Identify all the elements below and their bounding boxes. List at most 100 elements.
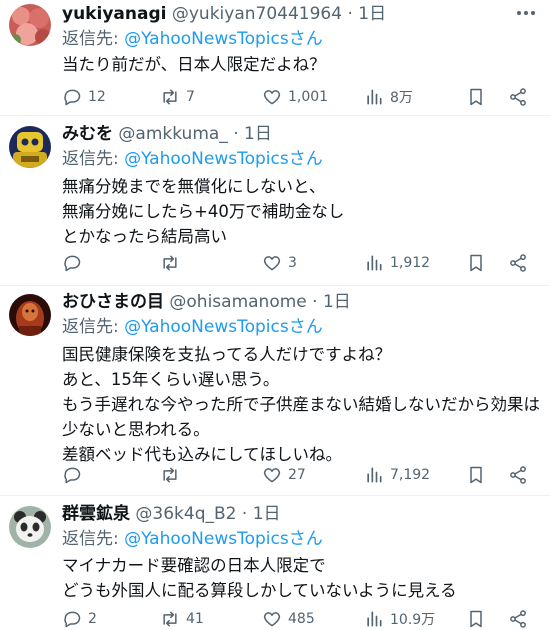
reply-context: 返信先: @YahooNewsTopicsさん [62,27,323,51]
avatar[interactable] [9,126,51,168]
reply-button[interactable] [62,460,88,490]
share-button[interactable] [508,604,528,630]
share-button[interactable] [508,82,528,112]
heart-icon [263,256,281,271]
action-bar: 12 7 1,001 8万 [52,82,542,112]
display-name[interactable]: 群雲鉱泉 [62,504,130,524]
reply-count: 12 [88,89,106,105]
timestamp[interactable]: 1日 [253,504,281,524]
timeline: yukiyanagi @yukiyan70441964 · 1日 返信先: @Y… [0,0,550,630]
tweet-header: yukiyanagi @yukiyan70441964 · 1日 [62,2,386,26]
share-icon [510,88,526,106]
robot-avatar-image [9,126,51,168]
tweet-text: 無痛分娩までを無償化にしないと、 無痛分娩にしたら+40万で補助金なし とかなっ… [62,177,345,246]
retweet-icon [163,611,177,627]
statue-avatar-image [9,294,51,336]
like-button[interactable]: 1,001 [262,82,328,112]
bookmark-button[interactable] [466,248,486,278]
like-count: 485 [288,611,315,627]
reply-icon [64,89,81,106]
separator-dot: · [347,4,353,24]
tweet-text: 当たり前だが、日本人限定だよね？ [62,55,326,74]
bookmark-button[interactable] [466,604,486,630]
avatar[interactable] [9,4,51,46]
display-name[interactable]: yukiyanagi [62,4,166,24]
tweet-header: おひさまの目 @ohisamanome · 1日 [62,290,351,314]
like-button[interactable]: 3 [262,248,297,278]
share-button[interactable] [508,460,528,490]
timestamp[interactable]: 1日 [244,124,272,144]
share-button[interactable] [508,248,528,278]
reply-count: 2 [88,611,97,627]
share-icon [510,466,526,484]
action-bar: 2 41 485 10.9万 [52,604,542,630]
separator-dot: · [312,292,318,312]
tweet-header: みむを @amkkuma_ · 1日 [62,122,272,146]
bookmark-button[interactable] [466,82,486,112]
retweet-button[interactable]: 41 [160,604,204,630]
retweet-icon [163,467,177,483]
tweet-text: 国民健康保険を支払ってる人だけですよね？ あと、15年くらい遅い思う。 もう手遅… [62,345,541,464]
views-chart-icon [367,255,382,271]
tweet-header: 群雲鉱泉 @36k4q_B2 · 1日 [62,502,281,526]
panda-avatar-image [9,506,51,548]
reply-button[interactable]: 2 [62,604,97,630]
user-handle[interactable]: @ohisamanome [169,292,306,312]
action-bar: 3 1,912 [52,248,542,278]
reply-to-link[interactable]: @YahooNewsTopicsさん [124,317,323,337]
reply-to-link[interactable]: @YahooNewsTopicsさん [124,529,323,549]
tweet-text: マイナカード要確認の日本人限定で どうも外国人に配る算段しかしていないように見え… [62,556,457,600]
retweet-button[interactable] [160,248,186,278]
view-count: 10.9万 [390,612,436,628]
flower-avatar-image [9,4,51,46]
reply-context: 返信先: @YahooNewsTopicsさん [62,527,323,551]
reply-to-link[interactable]: @YahooNewsTopicsさん [124,149,323,169]
avatar[interactable] [9,294,51,336]
bookmark-button[interactable] [466,460,486,490]
more-options-icon[interactable] [514,4,538,22]
separator-dot: · [233,124,239,144]
reply-button[interactable] [62,248,88,278]
reply-button[interactable]: 12 [62,82,106,112]
reply-prefix: 返信先: [62,317,125,337]
like-button[interactable]: 485 [262,604,315,630]
timestamp[interactable]: 1日 [358,4,386,24]
user-handle[interactable]: @amkkuma_ [118,124,227,144]
like-count: 3 [288,255,297,271]
tweet[interactable]: yukiyanagi @yukiyan70441964 · 1日 返信先: @Y… [0,0,550,116]
user-handle[interactable]: @36k4q_B2 [135,504,236,524]
views-button[interactable]: 7,192 [364,460,430,490]
heart-icon [263,90,281,105]
tweet[interactable]: おひさまの目 @ohisamanome · 1日 返信先: @YahooNews… [0,286,550,496]
reply-to-link[interactable]: @YahooNewsTopicsさん [124,29,323,49]
views-button[interactable]: 8万 [364,82,413,112]
heart-icon [263,468,281,483]
avatar[interactable] [9,506,51,548]
bookmark-icon [470,610,482,628]
share-icon [510,254,526,272]
tweet[interactable]: 群雲鉱泉 @36k4q_B2 · 1日 返信先: @YahooNewsTopic… [0,496,550,630]
retweet-button[interactable]: 7 [160,82,195,112]
like-button[interactable]: 27 [262,460,306,490]
reply-prefix: 返信先: [62,529,125,549]
reply-prefix: 返信先: [62,29,125,49]
user-handle[interactable]: @yukiyan70441964 [172,4,342,24]
retweet-count: 7 [186,89,195,105]
action-bar: 27 7,192 [52,460,542,490]
bookmark-icon [470,466,482,484]
display-name[interactable]: おひさまの目 [62,292,164,312]
view-count: 1,912 [390,255,431,271]
views-chart-icon [367,467,382,483]
views-button[interactable]: 10.9万 [364,604,435,630]
views-button[interactable]: 1,912 [364,248,430,278]
reply-icon [64,467,81,484]
timestamp[interactable]: 1日 [323,292,351,312]
display-name[interactable]: みむを [62,124,113,144]
tweet[interactable]: みむを @amkkuma_ · 1日 返信先: @YahooNewsTopics… [0,116,550,286]
like-count: 27 [288,467,306,483]
heart-icon [263,612,281,627]
reply-icon [64,611,81,628]
reply-context: 返信先: @YahooNewsTopicsさん [62,147,323,171]
retweet-button[interactable] [160,460,186,490]
reply-context: 返信先: @YahooNewsTopicsさん [62,315,323,339]
